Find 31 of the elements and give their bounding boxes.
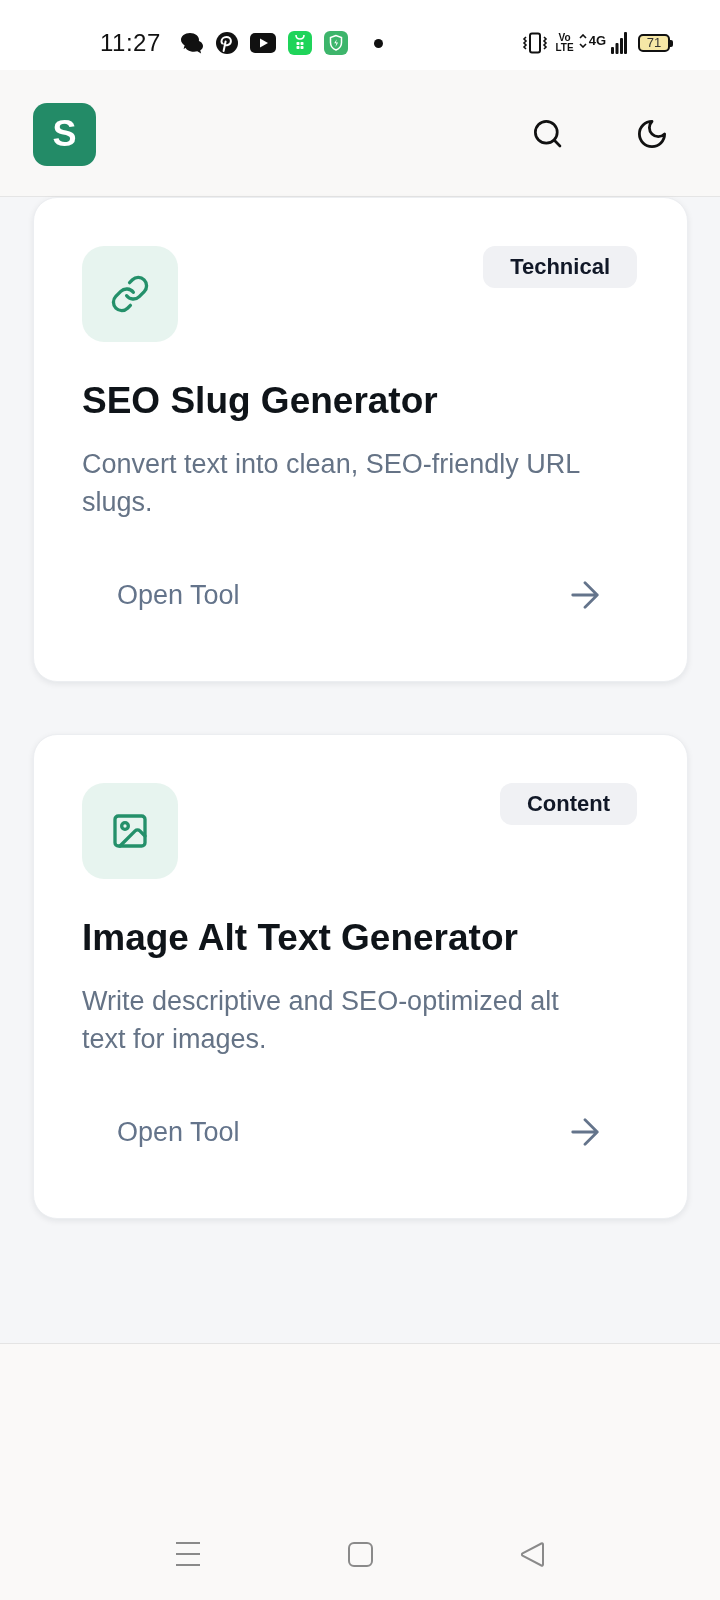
circle-logo-icon: [215, 32, 238, 54]
notification-dot-icon: [373, 38, 383, 48]
search-icon: [534, 120, 562, 148]
chat-bubble-icon: [179, 32, 204, 54]
tool-title: Image Alt Text Generator: [82, 916, 519, 960]
shield-bolt-icon: [323, 31, 348, 55]
open-tool-button[interactable]: Open Tool: [82, 1094, 639, 1170]
tool-description: Write descriptive and SEO-optimized alt text for images.: [82, 985, 560, 1056]
data-arrows-icon: [578, 34, 587, 48]
logo[interactable]: S: [33, 102, 96, 166]
moon-icon: [638, 120, 666, 148]
status-time: 11:27: [100, 29, 161, 57]
back-triangle-icon[interactable]: [520, 1542, 545, 1567]
vibrate-icon: [521, 32, 548, 54]
tool-title: SEO Slug Generator: [82, 379, 439, 423]
menu-icon[interactable]: [175, 1541, 201, 1567]
home-square-icon[interactable]: [348, 1542, 373, 1567]
open-tool-button[interactable]: Open Tool: [82, 557, 639, 633]
network-type: 4G: [588, 34, 606, 48]
category-badge: Content: [499, 783, 637, 825]
signal-bars-icon: [611, 32, 627, 54]
arrow-right-icon: [571, 1118, 599, 1146]
arrow-right-icon: [571, 581, 599, 609]
volte-label: Vo LTE: [555, 33, 574, 53]
tool-description: Convert text into clean, SEO-friendly URL slugs.: [82, 448, 581, 519]
category-badge: Technical: [483, 246, 637, 288]
play-button-icon: [249, 33, 276, 53]
image-icon: [82, 783, 178, 879]
link-icon: [82, 246, 178, 342]
battery-indicator: 71: [638, 34, 673, 52]
shopping-bag-app-icon: [287, 31, 312, 55]
